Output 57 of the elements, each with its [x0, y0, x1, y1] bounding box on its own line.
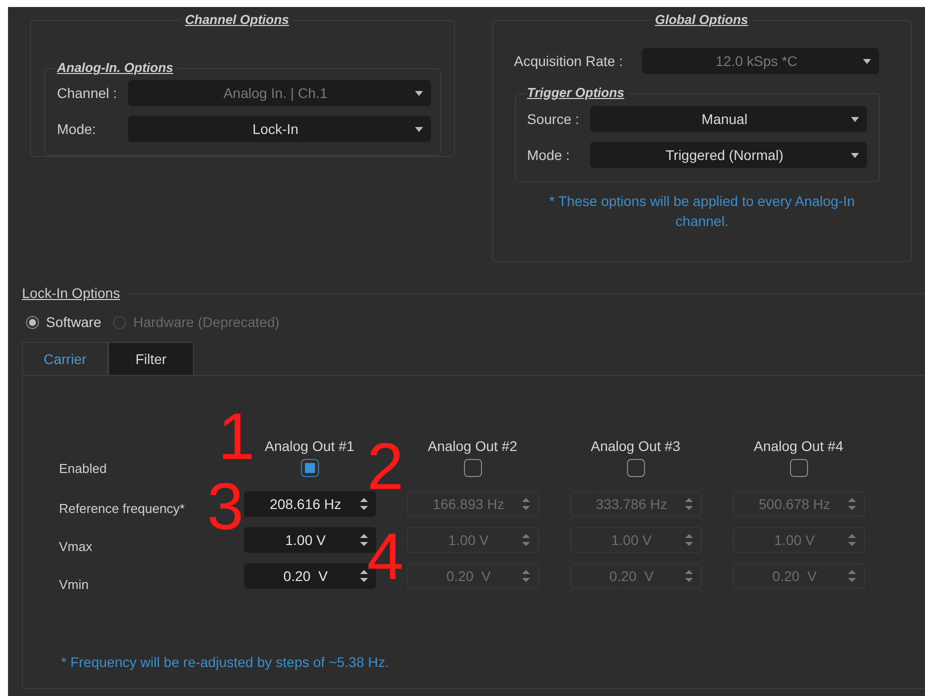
section-title: Lock-In Options — [22, 284, 120, 303]
dropdown-caret-icon — [851, 116, 859, 122]
info-note: * Frequency will be re-adjusted by steps of ~5.38 Hz. — [61, 653, 390, 672]
spinner-arrows-icon — [848, 532, 856, 548]
dropdown[interactable]: Manual — [590, 106, 867, 132]
dropdown[interactable]: Triggered (Normal) — [590, 142, 867, 168]
spin-field[interactable]: 1.00 V — [244, 527, 376, 553]
spin-field[interactable]: 500.678 Hz — [732, 491, 864, 517]
column-header: Analog Out #4 — [754, 437, 844, 456]
row-label: Enabled — [59, 461, 107, 476]
spinner-arrows-icon — [848, 568, 856, 584]
spinner-arrows-icon — [522, 568, 530, 584]
spinner-arrows-icon — [684, 496, 692, 512]
spinner-arrows-icon — [360, 532, 368, 548]
spinner-arrows-icon — [360, 568, 368, 584]
column-header: Analog Out #2 — [428, 437, 518, 456]
spinner-arrows-icon — [360, 496, 368, 512]
column-header: Analog Out #1 — [264, 437, 354, 456]
field-label: Acquisition Rate : — [514, 52, 624, 71]
dropdown-caret-icon — [415, 126, 423, 132]
radio-button[interactable] — [26, 316, 39, 329]
annotation-number: 3 — [207, 473, 244, 539]
spinner-arrows-icon — [522, 496, 530, 512]
dropdown-caret-icon — [415, 90, 423, 96]
dropdown-caret-icon — [851, 152, 859, 158]
row-label: Vmax — [59, 539, 92, 554]
checkbox[interactable] — [626, 459, 644, 477]
field-label: Mode: — [57, 120, 97, 138]
spinner-arrows-icon — [684, 532, 692, 548]
annotation-number: 1 — [218, 403, 255, 469]
spin-field[interactable]: 0.20 V — [732, 563, 864, 589]
row-label: Vmin — [59, 577, 89, 592]
spinner-arrows-icon — [522, 532, 530, 548]
spin-field[interactable]: 208.616 Hz — [244, 491, 376, 517]
spinner-arrows-icon — [848, 496, 856, 512]
spin-field[interactable]: 1.00 V — [406, 527, 538, 553]
field-label: Channel : — [57, 84, 118, 102]
spin-field[interactable]: 333.786 Hz — [570, 491, 702, 517]
spin-field[interactable]: 0.20 V — [570, 563, 702, 589]
spin-field[interactable]: 166.893 Hz — [406, 491, 538, 517]
tab[interactable]: Carrier — [22, 342, 108, 375]
column-header: Analog Out #3 — [590, 437, 680, 456]
checkbox[interactable] — [464, 459, 482, 477]
row-label: Reference frequency* — [59, 501, 185, 516]
info-note: * These options will be applied to every Analog-In channel. — [548, 192, 856, 231]
checkbox[interactable] — [300, 459, 318, 477]
field-label: Mode : — [527, 146, 571, 164]
spin-field[interactable]: 1.00 V — [570, 527, 702, 553]
spin-field[interactable]: 1.00 V — [732, 527, 864, 553]
dropdown-caret-icon — [863, 58, 871, 64]
tab[interactable]: Filter — [108, 342, 194, 375]
spin-field[interactable]: 0.20 V — [406, 563, 538, 589]
field-label: Source : — [527, 110, 580, 128]
spinner-arrows-icon — [684, 568, 692, 584]
dropdown[interactable]: Lock-In — [128, 116, 431, 142]
radio-option[interactable]: Software — [26, 312, 102, 333]
checkbox[interactable] — [790, 459, 808, 477]
